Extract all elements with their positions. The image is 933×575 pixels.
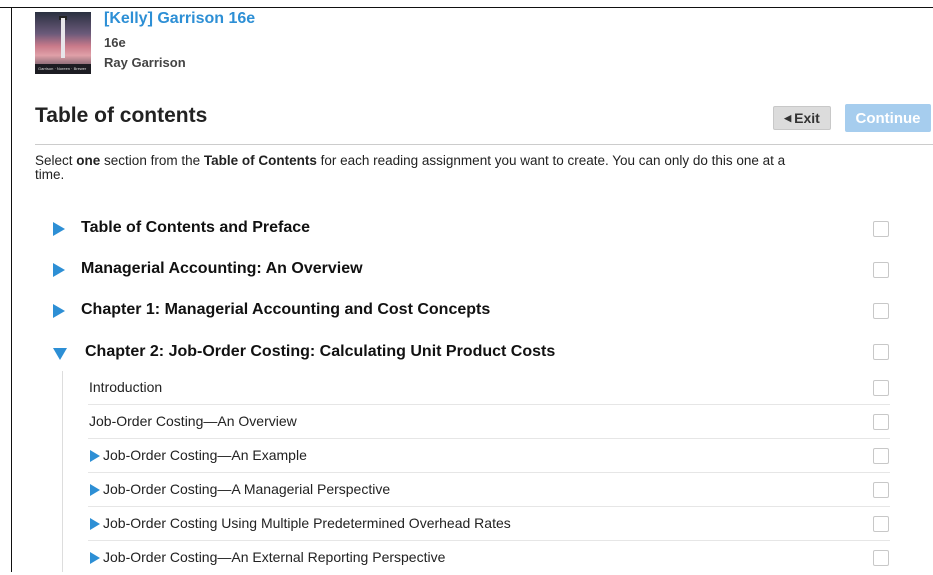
- subsection-checkbox[interactable]: [873, 482, 889, 498]
- section-row[interactable]: Managerial Accounting: An Overview: [0, 253, 933, 285]
- cover-author-band: Garrison · Noreen · Brewer: [35, 64, 91, 74]
- subsection-checkbox[interactable]: [873, 448, 889, 464]
- expand-arrow-icon[interactable]: [90, 484, 100, 496]
- instructions-part: Select: [35, 153, 77, 168]
- section-row[interactable]: Chapter 1: Managerial Accounting and Cos…: [0, 294, 933, 326]
- expand-arrow-icon[interactable]: [53, 263, 65, 277]
- cover-authors-text: Garrison · Noreen · Brewer: [38, 66, 87, 71]
- instructions-emphasis-one: one: [76, 153, 101, 168]
- section-row-expanded[interactable]: Chapter 2: Job-Order Costing: Calculatin…: [0, 336, 933, 368]
- instructions-text: Select one section from the Table of Con…: [35, 154, 795, 182]
- book-cover-image: Garrison · Noreen · Brewer: [35, 12, 91, 74]
- section-checkbox[interactable]: [873, 303, 889, 319]
- instructions-emphasis-toc: Table of Contents: [203, 153, 317, 168]
- subsection-row[interactable]: Job-Order Costing Using Multiple Predete…: [88, 507, 890, 541]
- collapse-arrow-icon[interactable]: [53, 348, 67, 360]
- subsection-label[interactable]: Job-Order Costing—A Managerial Perspecti…: [103, 473, 390, 506]
- book-edition: 16e: [104, 35, 126, 50]
- subsection-checkbox[interactable]: [873, 380, 889, 396]
- expand-arrow-icon[interactable]: [90, 518, 100, 530]
- section-label[interactable]: Managerial Accounting: An Overview: [81, 253, 363, 285]
- exit-button[interactable]: ◀ Exit: [773, 106, 831, 130]
- expand-arrow-icon[interactable]: [90, 552, 100, 564]
- header-divider: [35, 144, 933, 145]
- lighthouse-tower: [61, 18, 65, 58]
- section-checkbox[interactable]: [873, 344, 889, 360]
- subsection-checkbox[interactable]: [873, 414, 889, 430]
- subsection-label[interactable]: Introduction: [89, 371, 162, 404]
- continue-button[interactable]: Continue: [845, 104, 931, 132]
- expand-arrow-icon[interactable]: [90, 450, 100, 462]
- subsection-row[interactable]: Introduction: [88, 371, 890, 405]
- subsection-label[interactable]: Job-Order Costing Using Multiple Predete…: [103, 507, 511, 540]
- section-label[interactable]: Table of Contents and Preface: [81, 212, 310, 244]
- instructions-part: section from the: [100, 153, 204, 168]
- subtree-guide-line: [62, 371, 63, 572]
- expand-arrow-icon[interactable]: [53, 304, 65, 318]
- section-row[interactable]: Table of Contents and Preface: [0, 212, 933, 244]
- exit-button-label: Exit: [794, 110, 820, 126]
- subsection-label[interactable]: Job-Order Costing—An External Reporting …: [103, 541, 445, 574]
- expand-arrow-icon[interactable]: [53, 222, 65, 236]
- section-label[interactable]: Chapter 2: Job-Order Costing: Calculatin…: [85, 336, 555, 368]
- subsection-checkbox[interactable]: [873, 516, 889, 532]
- book-title-link[interactable]: [Kelly] Garrison 16e: [104, 10, 255, 28]
- frame-top-border: [0, 7, 933, 8]
- book-author: Ray Garrison: [104, 55, 186, 70]
- section-checkbox[interactable]: [873, 262, 889, 278]
- subsection-checkbox[interactable]: [873, 550, 889, 566]
- subsection-row[interactable]: Job-Order Costing—A Managerial Perspecti…: [88, 473, 890, 507]
- subsection-row[interactable]: Job-Order Costing—An Overview: [88, 405, 890, 439]
- subsection-row[interactable]: Job-Order Costing—An External Reporting …: [88, 541, 890, 575]
- subsection-label[interactable]: Job-Order Costing—An Example: [103, 439, 307, 472]
- subsection-label[interactable]: Job-Order Costing—An Overview: [89, 405, 297, 438]
- back-arrow-icon: ◀: [784, 112, 792, 123]
- page-title: Table of contents: [35, 104, 208, 127]
- section-label[interactable]: Chapter 1: Managerial Accounting and Cos…: [81, 294, 490, 326]
- frame-left-border: [11, 7, 12, 572]
- section-checkbox[interactable]: [873, 221, 889, 237]
- subsection-row[interactable]: Job-Order Costing—An Example: [88, 439, 890, 473]
